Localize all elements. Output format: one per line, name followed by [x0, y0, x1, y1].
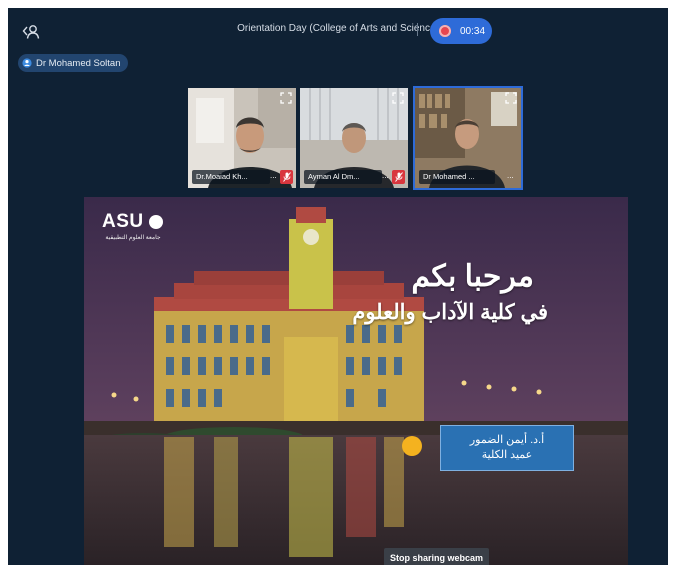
mic-muted-button[interactable]: [392, 170, 405, 184]
welcome-subheading: في كلية الآداب والعلوم: [352, 301, 548, 324]
participant-tile[interactable]: Dr.Moaiad Kh... ...: [188, 88, 296, 188]
stop-sharing-webcam-button[interactable]: Stop sharing webcam: [384, 548, 490, 565]
logo-subtitle: جامعة العلوم التطبيقية: [105, 235, 161, 241]
meeting-window: Orientation Day (College of Arts and Sci…: [8, 8, 668, 565]
more-options-button[interactable]: ...: [382, 170, 390, 184]
expand-icon[interactable]: [392, 92, 404, 104]
participant-tile-active[interactable]: Dr Mohamed ... ...: [413, 86, 523, 190]
decorative-dot: [402, 436, 422, 456]
dean-title: عميد الكلية: [481, 449, 533, 461]
title-divider: [417, 23, 418, 36]
presenter-name: Dr Mohamed Soltan: [36, 57, 121, 69]
participant-tile[interactable]: Ayman Al Dm... ...: [300, 88, 408, 188]
dean-name: أ.د. أيمن الضمور: [469, 434, 545, 446]
welcome-heading: مرحبا بكم: [411, 260, 534, 293]
recording-time: 00:34: [460, 25, 486, 37]
participant-name: Dr.Moaiad Kh...: [192, 170, 270, 184]
mic-muted-icon: [282, 172, 291, 182]
logo-text: ASU: [102, 211, 144, 232]
logo-dot: [149, 215, 163, 229]
asu-logo: ASU جامعة العلوم التطبيقية: [102, 211, 186, 271]
presenter-icon: [22, 58, 32, 68]
share-screen-button[interactable]: [20, 22, 42, 42]
more-options-button[interactable]: ...: [270, 170, 278, 184]
recording-indicator[interactable]: 00:34: [430, 18, 492, 44]
presenter-badge: Dr Mohamed Soltan: [18, 54, 129, 72]
participant-name: Dr Mohamed ...: [419, 170, 495, 184]
expand-icon[interactable]: [505, 92, 517, 104]
expand-icon[interactable]: [280, 92, 292, 104]
more-options-button[interactable]: ...: [507, 170, 515, 184]
participant-name: Ayman Al Dm...: [304, 170, 382, 184]
record-icon: [439, 25, 451, 37]
share-screen-icon: [22, 25, 40, 39]
mic-muted-button[interactable]: [280, 170, 293, 184]
shared-slide: ASU جامعة العلوم التطبيقية مرحبا بكم في …: [84, 197, 628, 565]
top-bar: Orientation Day (College of Arts and Sci…: [8, 8, 668, 54]
dean-caption-box: أ.د. أيمن الضمور عميد الكلية: [440, 425, 574, 471]
mic-muted-icon: [394, 172, 403, 182]
